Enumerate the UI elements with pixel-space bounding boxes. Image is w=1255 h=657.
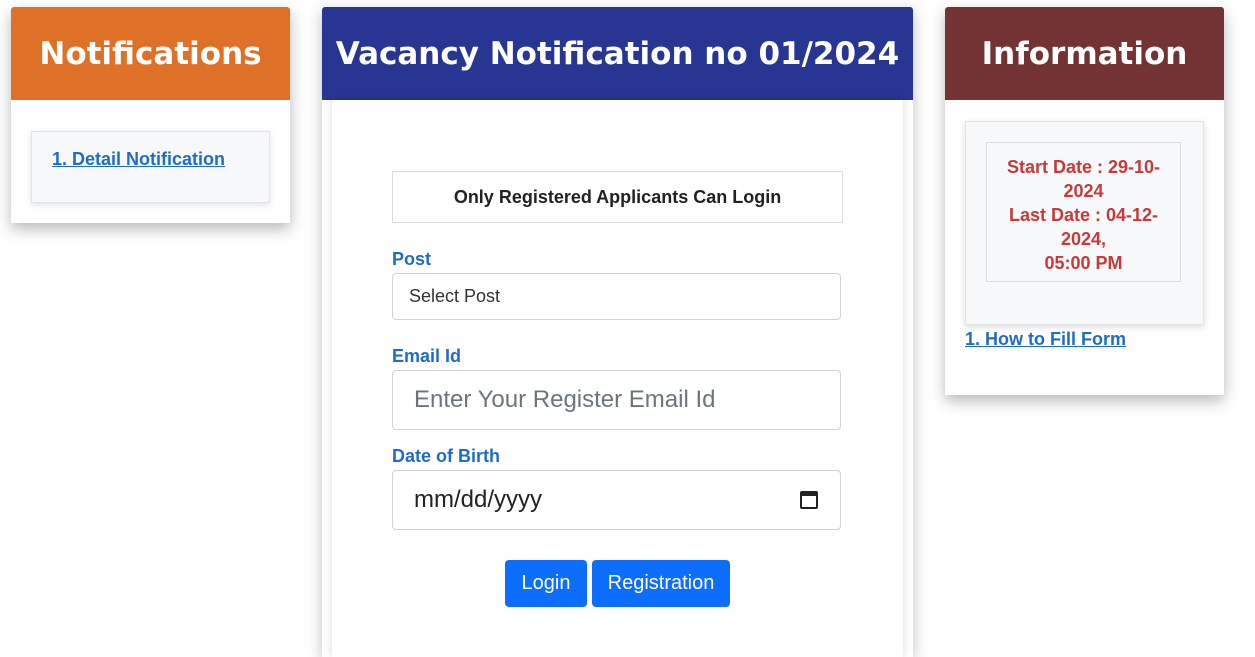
email-input[interactable]: Enter Your Register Email Id — [392, 370, 841, 430]
post-label: Post — [392, 249, 432, 269]
dates-box: Start Date : 29-10-2024 Last Date : 04-1… — [986, 142, 1181, 282]
detail-notification-link[interactable]: 1. Detail Notification — [52, 149, 225, 170]
last-time: 05:00 PM — [1044, 253, 1123, 273]
information-title: Information — [945, 7, 1224, 100]
email-placeholder: Enter Your Register Email Id — [414, 386, 716, 413]
post-select[interactable]: Select Post — [392, 273, 841, 320]
dob-label: Date of Birth — [392, 446, 500, 466]
calendar-icon[interactable] — [800, 491, 818, 509]
dob-input[interactable]: mm/dd/yyyy — [392, 470, 841, 530]
notifications-list: 1. Detail Notification — [31, 131, 270, 203]
email-label: Email Id — [392, 346, 462, 366]
registered-only-notice: Only Registered Applicants Can Login — [392, 171, 843, 223]
dates-container: Start Date : 29-10-2024 Last Date : 04-1… — [965, 121, 1204, 325]
how-to-fill-form-link[interactable]: 1. How to Fill Form — [965, 329, 1126, 350]
start-date: Start Date : 29-10-2024 — [1006, 157, 1161, 201]
login-form: Only Registered Applicants Can Login Pos… — [322, 0, 913, 643]
last-date: Last Date : 04-12-2024, — [1008, 205, 1159, 249]
notifications-panel: Notifications 1. Detail Notification — [11, 7, 290, 223]
registration-button[interactable]: Registration — [592, 560, 730, 607]
login-button[interactable]: Login — [505, 560, 587, 607]
notifications-title: Notifications — [11, 7, 290, 100]
post-select-value: Select Post — [409, 286, 501, 306]
dob-placeholder: mm/dd/yyyy — [414, 486, 543, 513]
information-panel: Information Start Date : 29-10-2024 Last… — [945, 7, 1224, 395]
